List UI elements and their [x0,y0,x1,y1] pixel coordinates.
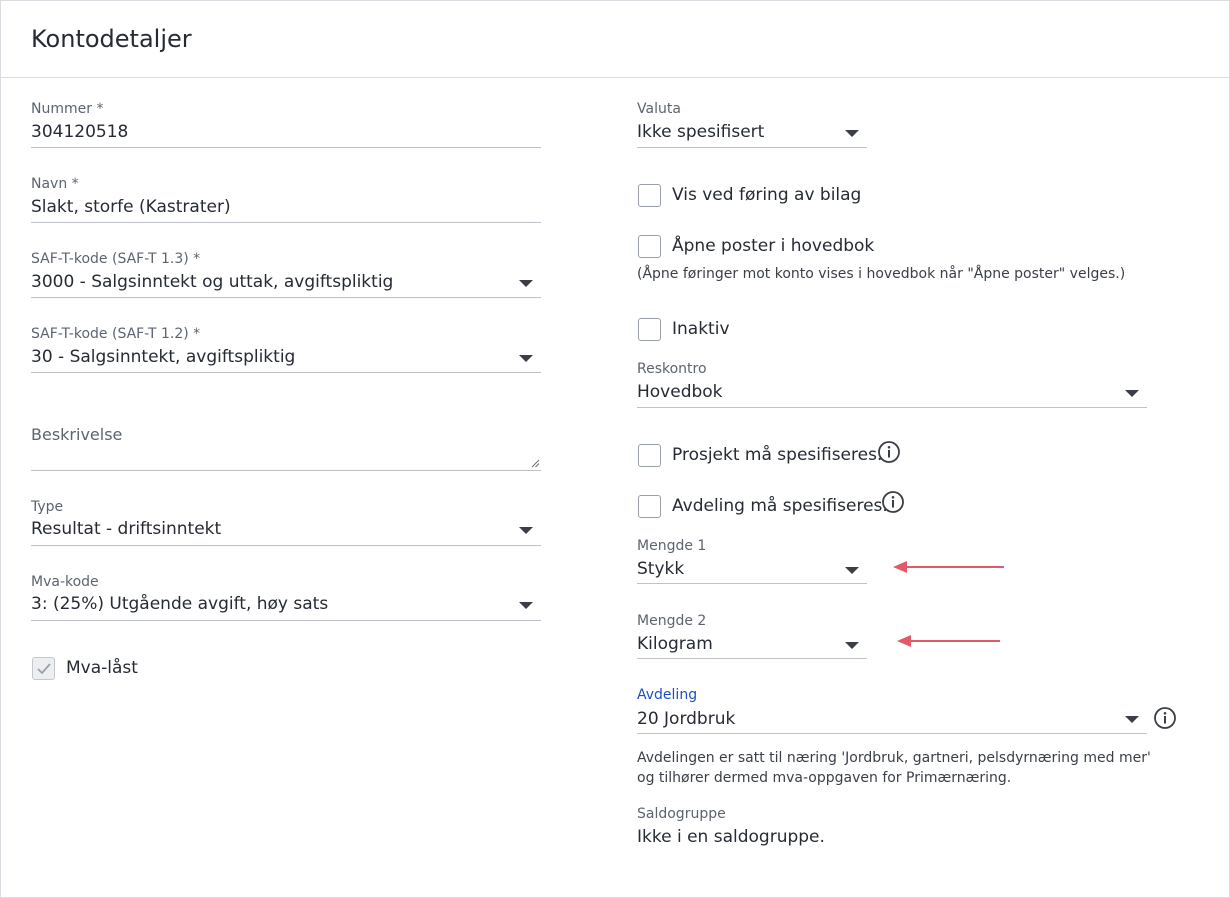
mengde2-select[interactable]: Kilogram [637,634,713,654]
inaktiv-checkbox[interactable] [638,318,661,341]
saft13-select[interactable]: 3000 - Salgsinntekt og uttak, avgiftspli… [31,272,393,292]
mengde2-underline [637,658,867,659]
inaktiv-label: Inaktiv [672,319,730,339]
saft12-select[interactable]: 30 - Salgsinntekt, avgiftspliktig [31,347,295,367]
navn-label: Navn * [31,176,79,192]
mvakode-select[interactable]: 3: (25%) Utgående avgift, høy sats [31,594,328,614]
nummer-label: Nummer * [31,101,104,117]
apne-poster-label: Åpne poster i hovedbok [672,236,875,256]
beskrivelse-placeholder: Beskrivelse [31,425,123,444]
prosjekt-label: Prosjekt må spesifiseres. [672,445,883,465]
type-select[interactable]: Resultat - driftsinntekt [31,519,221,539]
saft13-chevron-down-icon[interactable] [519,280,533,287]
navn-underline [31,222,541,223]
reskontro-select[interactable]: Hovedbok [637,382,723,402]
mengde1-label: Mengde 1 [637,538,707,554]
mengde2-label: Mengde 2 [637,613,707,629]
avdeling-select[interactable]: 20 Jordbruk [637,709,735,729]
avdeling-note-line2: og tilhører dermed mva-oppgaven for Prim… [637,770,1012,786]
valuta-underline [637,147,867,148]
navn-input[interactable]: Slakt, storfe (Kastrater) [31,197,231,217]
mengde1-chevron-down-icon[interactable] [845,567,859,574]
type-chevron-down-icon[interactable] [519,527,533,534]
vis-ved-foring-checkbox[interactable] [638,184,661,207]
saft13-label: SAF-T-kode (SAF-T 1.3) * [31,251,201,267]
mvalast-checkbox[interactable] [32,657,55,680]
valuta-select[interactable]: Ikke spesifisert [637,122,764,142]
saft13-underline [31,297,541,298]
prosjekt-info-icon[interactable] [877,440,901,464]
saft12-chevron-down-icon[interactable] [519,355,533,362]
mengde2-chevron-down-icon[interactable] [845,642,859,649]
saft12-label: SAF-T-kode (SAF-T 1.2) * [31,326,201,342]
annotation-arrow-icon [893,561,1004,573]
avdeling-chevron-down-icon[interactable] [1125,716,1139,723]
saft12-underline [31,372,541,373]
card-header: Kontodetaljer [1,1,1229,78]
mengde1-select[interactable]: Stykk [637,559,684,579]
type-underline [31,545,541,546]
page-title: Kontodetaljer [31,25,192,53]
mvakode-label: Mva-kode [31,574,99,590]
type-label: Type [31,499,64,515]
avdeling-info-icon[interactable] [1153,706,1177,730]
saldogruppe-value: Ikke i en saldogruppe. [637,827,825,847]
reskontro-underline [637,407,1147,408]
avdeling-spes-label: Avdeling må spesifiseres. [672,496,888,516]
avdeling-label: Avdeling [637,687,698,703]
nummer-input[interactable]: 304120518 [31,122,128,142]
account-details-card: Kontodetaljer Nummer * 304120518 Navn * … [0,0,1230,898]
apne-poster-checkbox[interactable] [638,235,661,258]
nummer-underline [31,147,541,148]
mengde1-underline [637,583,867,584]
reskontro-chevron-down-icon[interactable] [1125,390,1139,397]
valuta-label: Valuta [637,101,681,117]
beskrivelse-textarea[interactable]: Beskrivelse [31,421,541,471]
apne-poster-hint: (Åpne føringer mot konto vises i hovedbo… [637,266,1126,282]
prosjekt-checkbox[interactable] [638,444,661,467]
avdeling-spes-checkbox[interactable] [638,495,661,518]
avdeling-note-line1: Avdelingen er satt til næring 'Jordbruk,… [637,750,1151,766]
mvakode-chevron-down-icon[interactable] [519,602,533,609]
avdeling-underline [637,733,1147,734]
mvalast-label: Mva-låst [66,658,138,678]
annotation-arrow-icon [897,635,1000,647]
vis-ved-foring-label: Vis ved føring av bilag [672,185,862,205]
valuta-chevron-down-icon[interactable] [845,130,859,137]
saldogruppe-label: Saldogruppe [637,806,726,822]
mvakode-underline [31,620,541,621]
reskontro-label: Reskontro [637,361,707,377]
avdeling-spes-info-icon[interactable] [881,490,905,514]
resize-grip-icon[interactable] [530,458,540,468]
checkmark-icon [37,663,51,675]
